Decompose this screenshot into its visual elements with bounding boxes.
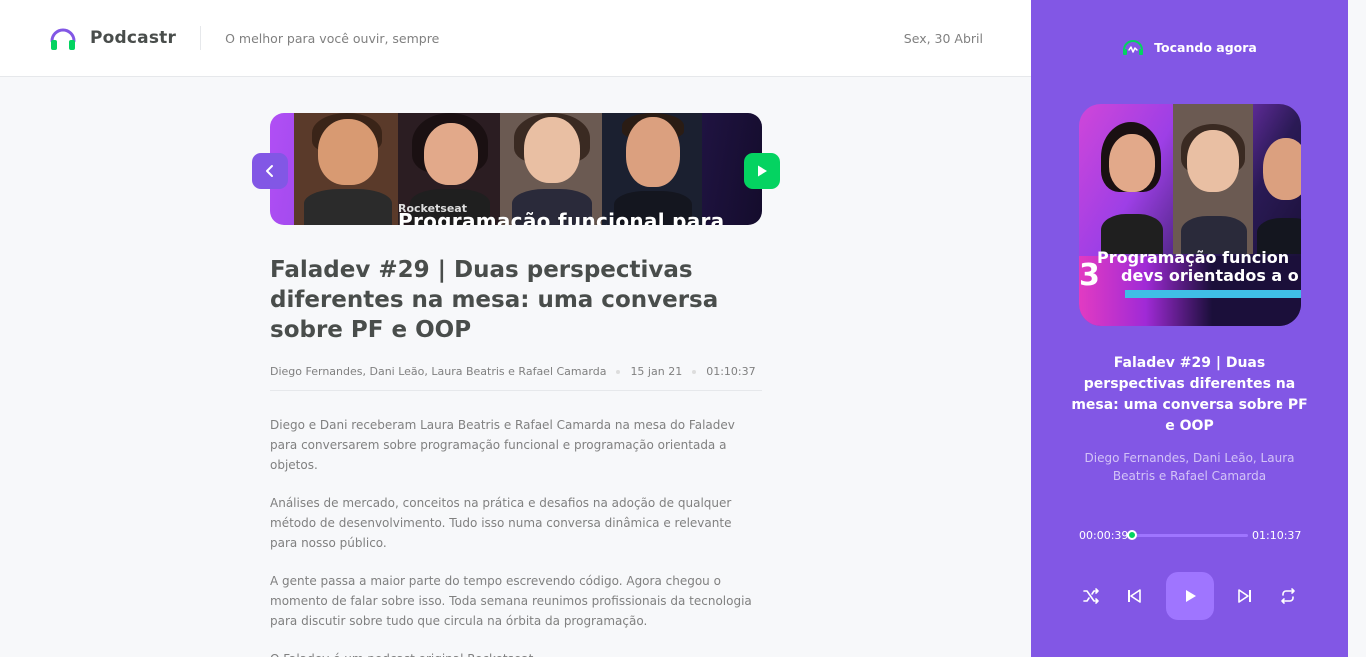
progress-handle[interactable] [1127, 529, 1138, 540]
episode-thumbnail-container: Rocketseat Programação funcional para [252, 113, 780, 225]
headphones-icon [50, 28, 76, 50]
player-header-label: Tocando agora [1154, 39, 1257, 55]
app-header: Podcastr O melhor para você ouvir, sempr… [0, 0, 1031, 77]
episode-published-at: 15 jan 21 [630, 365, 683, 378]
progress-bar: 00:00:39 01:10:37 [1079, 527, 1302, 543]
thumbnail-caption: Programação funcional para [398, 209, 725, 225]
next-icon [1237, 589, 1251, 603]
description-paragraph: A gente passa a maior parte do tempo esc… [270, 574, 752, 628]
cover-accent-bar [1125, 290, 1301, 298]
description-paragraph: Diego e Dani receberam Laura Beatris e R… [270, 418, 735, 472]
playing-now-icon [1123, 40, 1144, 55]
episode-detail: Rocketseat Programação funcional para Fa… [252, 113, 780, 657]
tagline: O melhor para você ouvir, sempre [225, 30, 440, 46]
shuffle-icon [1083, 588, 1099, 604]
logo[interactable]: Podcastr [48, 23, 176, 53]
progress-slider[interactable] [1127, 529, 1248, 540]
previous-button[interactable] [1122, 584, 1146, 608]
play-episode-button[interactable] [744, 153, 780, 189]
header-divider [200, 26, 202, 50]
cover-person [1257, 104, 1301, 254]
description-paragraph: Análises de mercado, conceitos na prátic… [270, 496, 732, 550]
episode-members: Diego Fernandes, Dani Leão, Laura Beatri… [270, 365, 607, 378]
back-button[interactable] [252, 153, 288, 189]
chevron-left-icon [266, 165, 273, 177]
episode-duration: 01:10:37 [706, 365, 756, 378]
cover-person [1097, 104, 1163, 254]
previous-icon [1128, 589, 1142, 603]
play-icon [758, 165, 767, 177]
player-cover-image: 3 Programação funcion devs orientados a … [1079, 104, 1301, 326]
repeat-icon [1281, 588, 1295, 604]
episode-description: Diego e Dani receberam Laura Beatris e R… [270, 415, 762, 657]
player-panel: Tocando agora 3 Programação funcion devs… [1031, 0, 1348, 657]
episode-title: Faladev #29 | Duas perspectivas diferent… [270, 257, 719, 343]
next-button[interactable] [1233, 584, 1257, 608]
description-paragraph: O Faladev é um podcast original Rocketse… [270, 649, 762, 657]
current-time: 00:00:39 [1079, 528, 1129, 542]
play-button[interactable] [1165, 572, 1214, 620]
meta-separator [616, 369, 621, 374]
episode-meta: Diego Fernandes, Dani Leão, Laura Beatri… [270, 365, 762, 391]
shuffle-button[interactable] [1079, 584, 1103, 608]
player-episode-title: Faladev #29 | Duas perspectivas diferent… [1071, 355, 1308, 434]
player-episode-members: Diego Fernandes, Dani Leão, Laura Beatri… [1084, 451, 1295, 483]
app-name: Podcastr [90, 28, 177, 48]
cover-person [1173, 104, 1253, 254]
player-header: Tocando agora [1031, 38, 1348, 56]
episode-page: Rocketseat Programação funcional para Fa… [0, 77, 1031, 657]
cover-caption-line1: Programação funcion [1097, 248, 1290, 267]
cover-caption-line2: devs orientados a o [1121, 266, 1299, 285]
repeat-button[interactable] [1276, 584, 1300, 608]
player-controls [1079, 572, 1300, 620]
thumbnail-person [294, 113, 398, 225]
total-time: 01:10:37 [1252, 528, 1302, 542]
meta-separator [692, 369, 697, 374]
episode-thumbnail: Rocketseat Programação funcional para [270, 113, 762, 225]
play-icon [1185, 590, 1196, 602]
current-date: Sex, 30 Abril [903, 30, 983, 46]
